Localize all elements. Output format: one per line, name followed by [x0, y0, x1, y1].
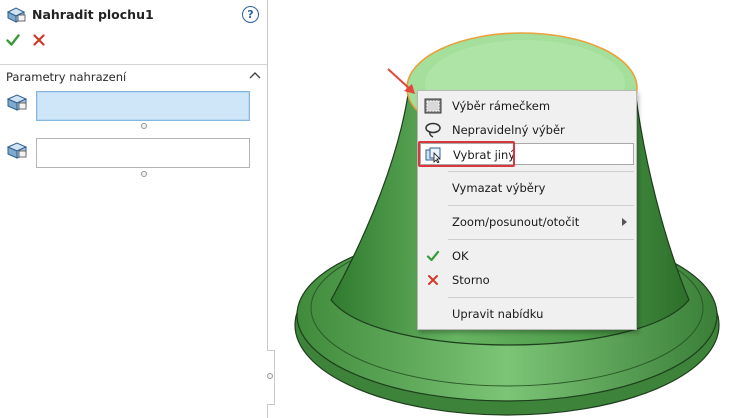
panel-title: Nahradit plochu1 [32, 7, 154, 22]
menu-item-label: OK [452, 249, 469, 263]
resize-grip[interactable] [141, 123, 147, 129]
target-faces-icon [6, 94, 28, 111]
menu-item-label: Nepravidelný výběr [452, 123, 565, 137]
annotation-highlight-frame [418, 141, 515, 167]
menu-separator [448, 171, 634, 172]
menu-separator [448, 205, 634, 206]
menu-item-ok[interactable]: OK [418, 245, 636, 267]
box-select-icon [424, 98, 442, 114]
resize-grip[interactable] [141, 171, 147, 177]
menu-item-zoom-pan-rotate[interactable]: Zoom/posunout/otočit [418, 211, 636, 233]
replacement-faces-icon [6, 142, 28, 159]
panel-header: Nahradit plochu1 ? [6, 6, 261, 24]
menu-item-label: Zoom/posunout/otočit [452, 215, 580, 229]
section-header-replace-parameters[interactable]: Parametry nahrazení [0, 64, 267, 86]
annotation-arrow-icon [387, 68, 415, 94]
menu-item-label: Výběr rámečkem [452, 99, 551, 113]
menu-item-cancel[interactable]: Storno [418, 269, 636, 291]
context-menu: Výběr rámečkem Nepravidelný výběr Vybrat… [417, 90, 637, 330]
menu-item-clear-selections[interactable]: Vymazat výběry [418, 177, 636, 199]
menu-item-label: Storno [452, 273, 490, 287]
ok-check-icon [426, 250, 440, 262]
menu-item-box-select[interactable]: Výběr rámečkem [418, 95, 636, 117]
lasso-select-icon [425, 122, 441, 138]
target-faces-selection-box[interactable] [36, 91, 250, 121]
replace-face-icon [6, 7, 26, 23]
menu-separator [448, 239, 634, 240]
chevron-up-icon[interactable] [249, 71, 261, 79]
menu-item-label: Vymazat výběry [452, 181, 546, 195]
replacement-faces-selection-box[interactable] [36, 138, 250, 168]
submenu-arrow-icon [622, 218, 627, 226]
menu-separator [448, 297, 634, 298]
menu-item-lasso-select[interactable]: Nepravidelný výběr [418, 119, 636, 141]
section-title: Parametry nahrazení [6, 70, 127, 84]
help-icon[interactable]: ? [242, 6, 259, 23]
ok-check-icon[interactable] [6, 33, 20, 47]
property-manager-panel: Nahradit plochu1 ? Parametry nahrazení [0, 0, 268, 418]
menu-item-label: Upravit nabídku [452, 307, 544, 321]
menu-item-customize-menu[interactable]: Upravit nabídku [418, 303, 636, 325]
cancel-x-icon [428, 275, 438, 285]
cancel-x-icon[interactable] [33, 34, 45, 46]
